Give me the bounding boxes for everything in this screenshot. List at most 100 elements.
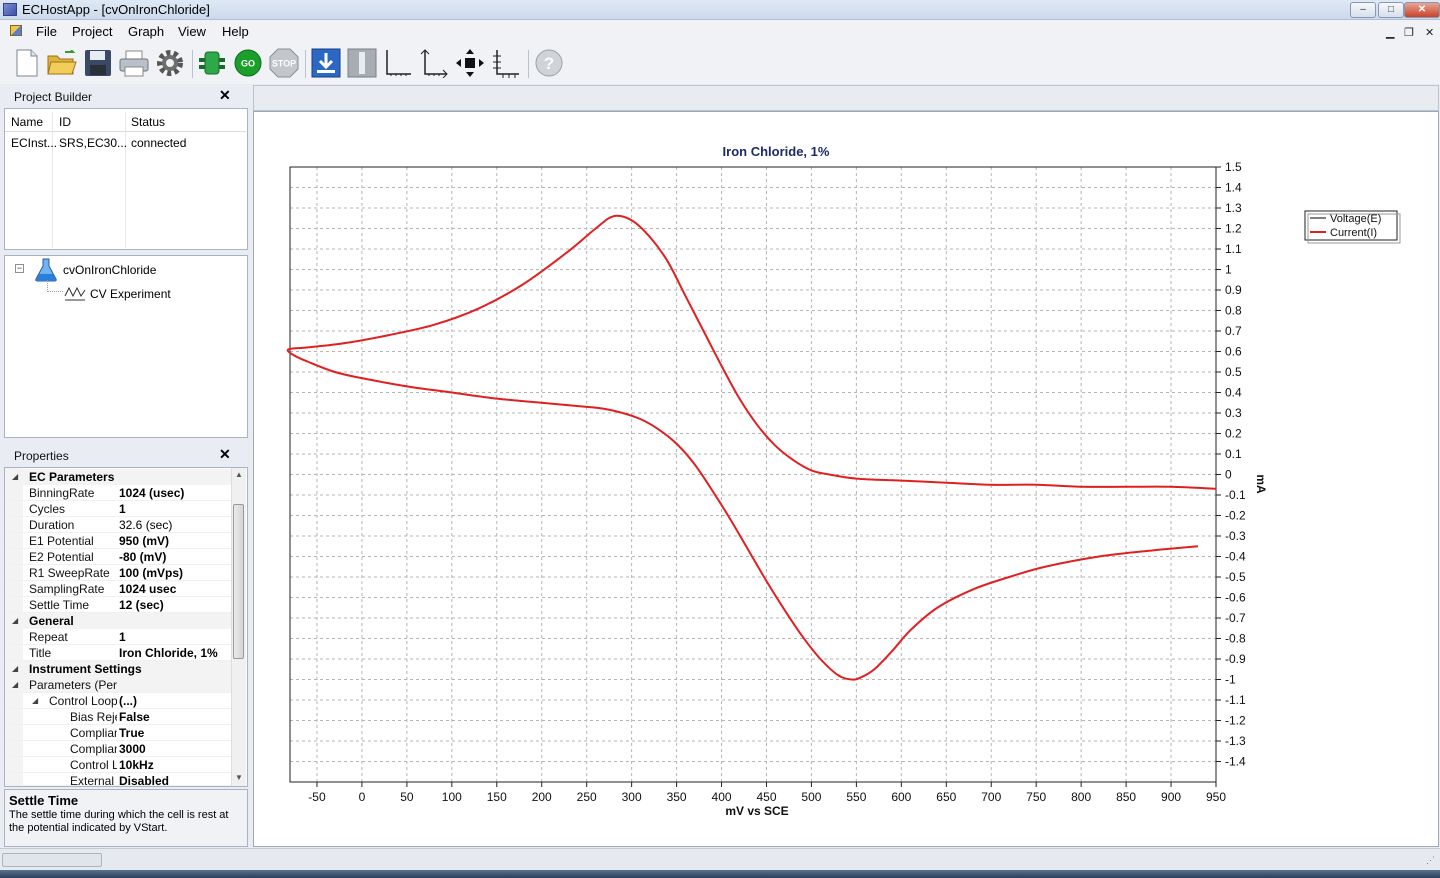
maximize-button[interactable]: □ <box>1378 2 1404 18</box>
print-button[interactable] <box>119 48 149 78</box>
y-tick-layer: 1.5 1.4 1.3 1.2 1.1 1 0.9 0.8 0.7 0.6 0.5 0.4 0.3 0.2… <box>1216 160 1246 769</box>
probe-icon <box>347 48 377 78</box>
settings-button[interactable] <box>155 48 185 78</box>
property-value[interactable]: 12 (sec) <box>119 598 164 612</box>
pan-button[interactable] <box>455 48 485 78</box>
scroll-down-icon[interactable]: ▼ <box>235 773 243 782</box>
property-value[interactable]: 1 <box>119 630 126 644</box>
property-bias-rejection[interactable]: Bias Reje False <box>5 709 231 725</box>
resize-grip-icon[interactable]: ⋰ <box>1426 855 1435 866</box>
download-button[interactable] <box>311 48 341 78</box>
axis-autoscale-button[interactable] <box>383 48 413 78</box>
child-minimize-button[interactable]: ▁ <box>1386 26 1394 39</box>
child-close-button[interactable]: ✕ <box>1425 26 1434 39</box>
help-label: ? <box>544 54 554 73</box>
property-binning-rate[interactable]: BinningRate 1024 (usec) <box>5 485 231 501</box>
category-label: Instrument Settings <box>29 662 142 676</box>
status-bar: ⋰ <box>0 848 1440 870</box>
probe-button[interactable] <box>347 48 377 78</box>
property-value[interactable]: Disabled <box>119 774 169 785</box>
child-restore-button[interactable]: ❐ <box>1404 26 1414 39</box>
property-control-l[interactable]: Control L 10kHz <box>5 757 231 773</box>
axes-arrows-icon <box>420 49 448 78</box>
property-cycles[interactable]: Cycles 1 <box>5 501 231 517</box>
property-value[interactable]: 10kHz <box>119 758 154 772</box>
menu-graph[interactable]: Graph <box>128 24 164 39</box>
menu-bar: File Project Graph View Help <box>0 20 1440 42</box>
property-value[interactable]: True <box>119 726 144 740</box>
column-status[interactable]: Status <box>131 115 165 129</box>
properties-close-icon[interactable]: ✕ <box>219 446 231 463</box>
property-r1-sweeprate[interactable]: R1 SweepRate 100 (mVps) <box>5 565 231 581</box>
expand-triangle-icon[interactable]: ◢ <box>12 472 18 481</box>
table-row[interactable]: ECInst... SRS,EC30... connected <box>5 133 246 153</box>
help-button[interactable]: ? <box>534 48 564 78</box>
property-value[interactable]: Iron Chloride, 1% <box>119 646 218 660</box>
open-folder-button[interactable] <box>47 48 77 78</box>
property-value[interactable]: -80 (mV) <box>119 550 166 564</box>
column-name[interactable]: Name <box>11 115 43 129</box>
property-sampling-rate[interactable]: SamplingRate 1024 usec <box>5 581 231 597</box>
property-value[interactable]: False <box>119 710 150 724</box>
expand-triangle-icon[interactable]: ◢ <box>12 664 18 673</box>
os-taskbar <box>0 870 1440 878</box>
expand-triangle-icon[interactable]: ◢ <box>32 696 38 705</box>
go-button[interactable]: GO <box>233 48 263 78</box>
category-ec-parameters[interactable]: ◢ EC Parameters <box>5 469 231 485</box>
menu-view[interactable]: View <box>178 24 206 39</box>
menu-help[interactable]: Help <box>222 24 249 39</box>
property-compliance-1[interactable]: Complian True <box>5 725 231 741</box>
axis-y-scale-button[interactable] <box>419 48 449 78</box>
x-tick-label: 900 <box>1161 790 1181 804</box>
y-tick-label: 0.1 <box>1225 447 1242 461</box>
scroll-thumb[interactable] <box>233 504 244 659</box>
axis-zoom-button[interactable] <box>491 48 521 78</box>
property-external[interactable]: External i Disabled <box>5 773 231 786</box>
x-tick-label: 200 <box>532 790 552 804</box>
property-value[interactable]: 950 (mV) <box>119 534 169 548</box>
minimize-button[interactable]: – <box>1350 2 1376 18</box>
property-value[interactable]: 100 (mVps) <box>119 566 183 580</box>
property-value[interactable]: 1 <box>119 502 126 516</box>
property-value[interactable]: 1024 usec <box>119 582 176 596</box>
tree-child-label[interactable]: CV Experiment <box>90 287 171 301</box>
y-tick-label: 1.4 <box>1225 181 1242 195</box>
menu-file[interactable]: File <box>36 24 57 39</box>
property-title[interactable]: Title Iron Chloride, 1% <box>5 645 231 661</box>
scroll-up-icon[interactable]: ▲ <box>235 470 243 479</box>
property-control-loop[interactable]: ◢ Control Loop (...) <box>5 693 231 709</box>
menu-project[interactable]: Project <box>72 24 112 39</box>
category-instrument-settings[interactable]: ◢ Instrument Settings <box>5 661 231 677</box>
toolbar-separator <box>192 50 193 78</box>
toolbar-separator <box>305 50 306 78</box>
property-settle-time[interactable]: Settle Time 12 (sec) <box>5 597 231 613</box>
column-id[interactable]: ID <box>59 115 71 129</box>
property-repeat[interactable]: Repeat 1 <box>5 629 231 645</box>
property-e1-potential[interactable]: E1 Potential 950 (mV) <box>5 533 231 549</box>
document-window-icon[interactable] <box>10 25 22 36</box>
property-compliance-2[interactable]: Complian 3000 <box>5 741 231 757</box>
property-duration[interactable]: Duration 32.6 (sec) <box>5 517 231 533</box>
project-builder-title: Project Builder <box>14 90 93 104</box>
property-value[interactable]: 32.6 (sec) <box>119 518 172 532</box>
stop-button[interactable]: STOP <box>269 48 299 78</box>
property-value[interactable]: 3000 <box>119 742 146 756</box>
cv-wave-icon <box>64 286 86 301</box>
property-name: Parameters (Per e: <box>29 678 117 692</box>
collapse-toggle-icon[interactable]: − <box>15 264 24 273</box>
expand-triangle-icon[interactable]: ◢ <box>12 616 18 625</box>
tree-root-label[interactable]: cvOnIronChloride <box>63 263 156 277</box>
expand-triangle-icon[interactable]: ◢ <box>12 680 18 689</box>
close-button[interactable]: ✕ <box>1404 2 1440 18</box>
help-icon: ? <box>535 49 563 77</box>
property-parameters-per[interactable]: ◢ Parameters (Per e: <box>5 677 231 693</box>
property-value[interactable]: (...) <box>119 694 137 708</box>
property-value[interactable]: 1024 (usec) <box>119 486 184 500</box>
property-e2-potential[interactable]: E2 Potential -80 (mV) <box>5 549 231 565</box>
new-file-button[interactable] <box>12 48 42 78</box>
connect-button[interactable] <box>197 48 227 78</box>
x-tick-label: 550 <box>846 790 866 804</box>
category-general[interactable]: ◢ General <box>5 613 231 629</box>
save-button[interactable] <box>83 48 113 78</box>
project-builder-close-icon[interactable]: ✕ <box>219 87 231 104</box>
